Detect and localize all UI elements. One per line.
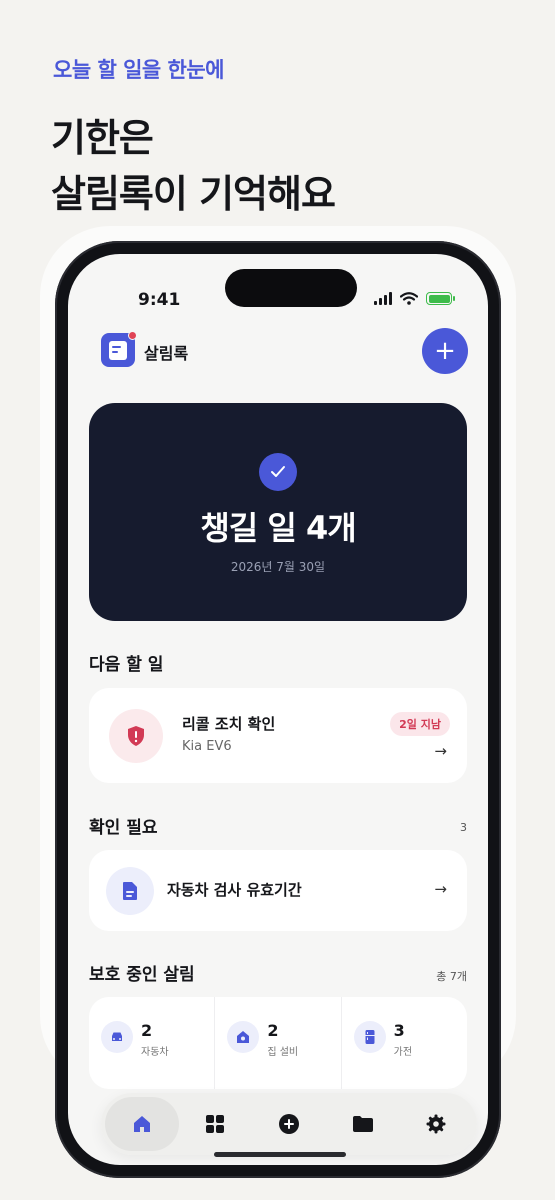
plus-circle-icon (278, 1114, 299, 1134)
battery-charging-icon (426, 292, 455, 305)
tab-grid[interactable] (179, 1097, 253, 1151)
check-icon (259, 453, 297, 491)
tab-folder[interactable] (326, 1097, 400, 1151)
document-icon (106, 867, 154, 915)
headline-line-2: 살림록이 기억해요 (51, 172, 336, 216)
status-time: 9:41 (138, 290, 181, 310)
needs-check-item[interactable]: 자동차 검사 유효기간 → (89, 850, 467, 931)
app-logo (101, 331, 137, 367)
needs-check-item-title: 자동차 검사 유효기간 (167, 881, 302, 899)
summary-card: 챙길 일 4개 2026년 7월 30일 (89, 403, 467, 621)
next-task-subtitle: Kia EV6 (182, 739, 232, 754)
needs-check-count: 3 (460, 821, 467, 834)
overdue-badge: 2일 지남 (390, 712, 450, 736)
promo-eyebrow: 오늘 할 일을 한눈에 (53, 58, 225, 82)
house-icon (227, 1021, 260, 1053)
stat-house[interactable]: 2 집 설비 (214, 997, 340, 1089)
summary-title: 챙길 일 4개 (200, 509, 356, 547)
tab-add[interactable] (252, 1097, 326, 1151)
protected-stats-card: 2 자동차 2 집 설비 3 가전 (89, 997, 467, 1089)
promo-headline: 기한은 살림록이 기억해요 (51, 110, 336, 222)
phone-screen: 9:41 살림록 + 챙길 일 4개 2026년 7월 30일 다음 할 일 리… (68, 254, 488, 1165)
next-task-title: 리콜 조치 확인 (182, 715, 276, 733)
stat-count: 2 (141, 1021, 153, 1040)
stat-label: 집 설비 (267, 1047, 299, 1058)
car-icon (101, 1021, 133, 1053)
status-icons (374, 292, 455, 305)
home-indicator (214, 1152, 346, 1157)
protected-total: 총 7개 (436, 970, 467, 983)
phone-frame: 9:41 살림록 + 챙길 일 4개 2026년 7월 30일 다음 할 일 리… (55, 241, 501, 1178)
wifi-icon (400, 292, 418, 305)
arrow-right-icon: → (434, 742, 447, 760)
summary-date: 2026년 7월 30일 (230, 560, 326, 574)
signal-icon (374, 292, 392, 305)
tab-home[interactable] (105, 1097, 179, 1151)
next-task-heading: 다음 할 일 (89, 655, 164, 675)
stat-count: 2 (267, 1021, 279, 1040)
stat-label: 자동차 (141, 1047, 169, 1058)
protected-heading: 보호 중인 살림 (89, 965, 195, 985)
needs-check-heading: 확인 필요 (89, 818, 158, 838)
grid-icon (206, 1115, 225, 1133)
stat-label: 가전 (393, 1047, 413, 1058)
tab-bar (101, 1093, 477, 1155)
stat-appliance[interactable]: 3 가전 (340, 997, 467, 1089)
app-name: 살림록 (144, 344, 189, 363)
stat-count: 3 (393, 1021, 405, 1040)
shield-alert-icon (109, 709, 163, 763)
add-button[interactable]: + (422, 328, 468, 374)
home-icon (133, 1116, 150, 1132)
dynamic-island (225, 269, 357, 307)
headline-line-1: 기한은 (51, 116, 154, 160)
tab-settings[interactable] (399, 1097, 473, 1151)
stat-car[interactable]: 2 자동차 (89, 997, 214, 1089)
folder-icon (352, 1116, 373, 1132)
fridge-icon (353, 1021, 386, 1053)
gear-icon (426, 1114, 446, 1134)
next-task-card[interactable]: 리콜 조치 확인 Kia EV6 2일 지남 → (89, 688, 467, 783)
arrow-right-icon: → (434, 880, 447, 898)
